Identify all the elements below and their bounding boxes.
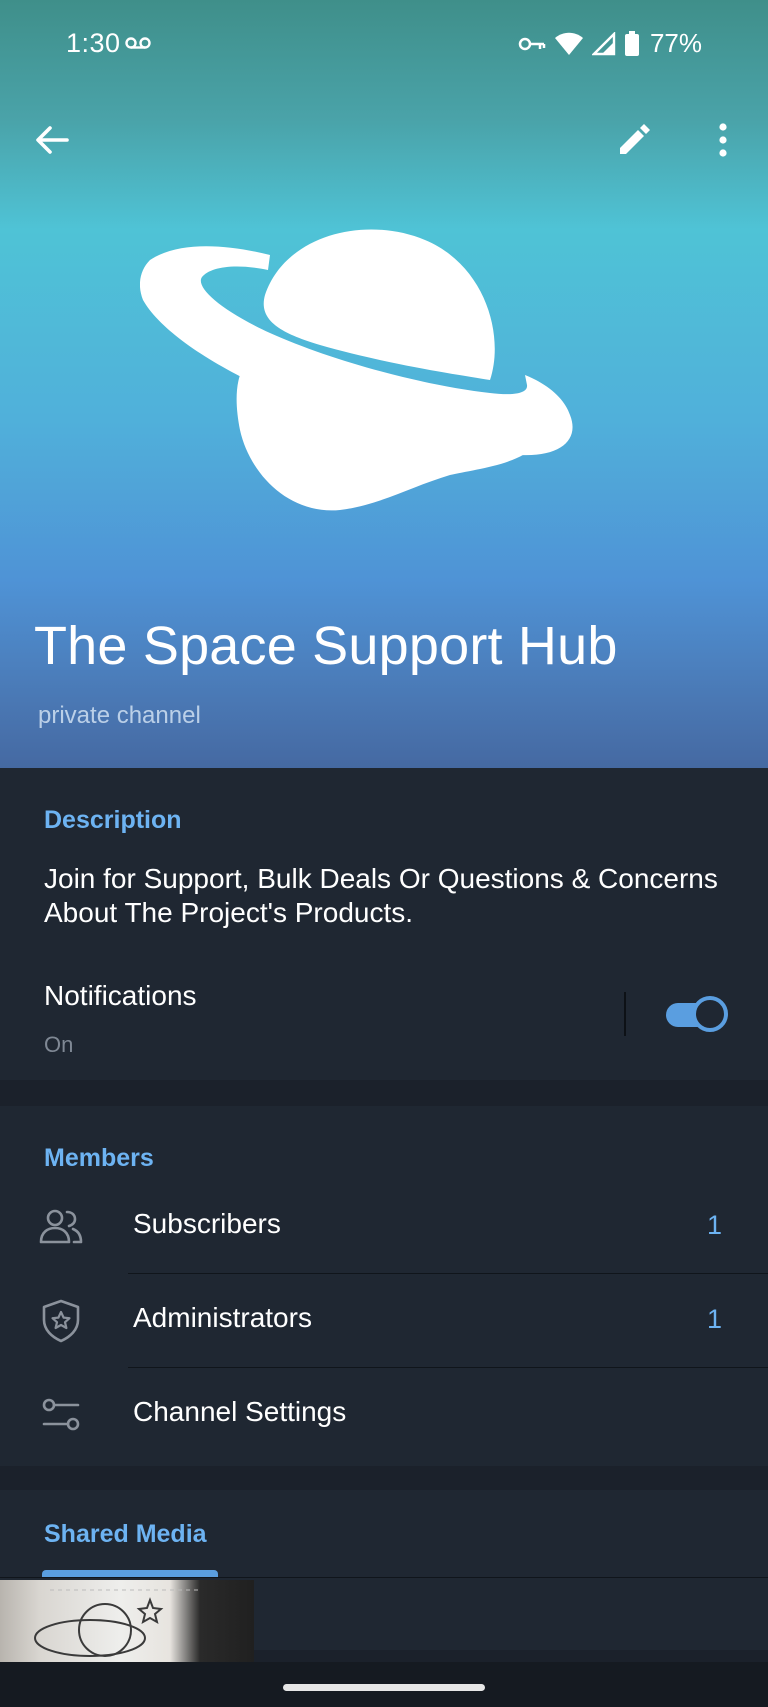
channel-type: private channel [38,702,201,729]
back-button[interactable] [30,118,74,162]
more-options-button[interactable] [701,118,745,162]
channel-settings-label: Channel Settings [133,1396,347,1427]
administrators-label: Administrators [133,1302,312,1333]
toolbar [0,100,768,180]
notifications-label[interactable]: Notifications [44,980,197,1012]
description-text[interactable]: Join for Support, Bulk Deals Or Question… [44,862,724,930]
channel-header: 1:30 77% The Space Support Hub private c… [0,0,768,768]
description-heading: Description [44,806,182,834]
more-vertical-icon [719,123,727,157]
status-icons: 77% [518,28,702,59]
signal-icon [591,31,616,55]
divider [0,1577,768,1578]
pencil-icon [620,124,650,154]
channel-settings-row[interactable]: Channel Settings [0,1368,768,1462]
home-gesture-handle[interactable] [283,1684,485,1691]
arrow-left-icon [36,126,69,154]
status-time: 1:30 [66,28,121,58]
people-icon [39,1209,83,1244]
subscribers-label: Subscribers [133,1208,281,1239]
media-thumbnail[interactable] [0,1580,254,1662]
notifications-value: On [44,1032,74,1057]
subscribers-row[interactable]: Subscribers 1 [0,1180,768,1274]
edit-button[interactable] [612,118,656,162]
voicemail-icon [125,37,151,49]
navigation-bar [0,1662,768,1707]
administrators-row[interactable]: Administrators 1 [0,1274,768,1368]
administrators-count: 1 [706,1304,722,1334]
toggle-knob [692,996,728,1032]
status-bar: 1:30 77% [0,0,768,88]
tab-shared-media[interactable]: Shared Media [44,1520,207,1549]
planet-icon [140,229,573,511]
divider [624,992,626,1036]
channel-title: The Space Support Hub [34,616,618,676]
vpn-key-icon [518,37,546,50]
shield-star-icon [42,1299,80,1343]
notifications-toggle[interactable] [664,996,728,1032]
sliders-icon [42,1398,80,1431]
wifi-icon [554,32,583,55]
battery-percent: 77% [649,28,702,58]
members-heading: Members [44,1144,154,1172]
subscribers-count: 1 [706,1210,722,1240]
battery-icon [624,30,639,56]
photo-sketch [34,1589,200,1657]
